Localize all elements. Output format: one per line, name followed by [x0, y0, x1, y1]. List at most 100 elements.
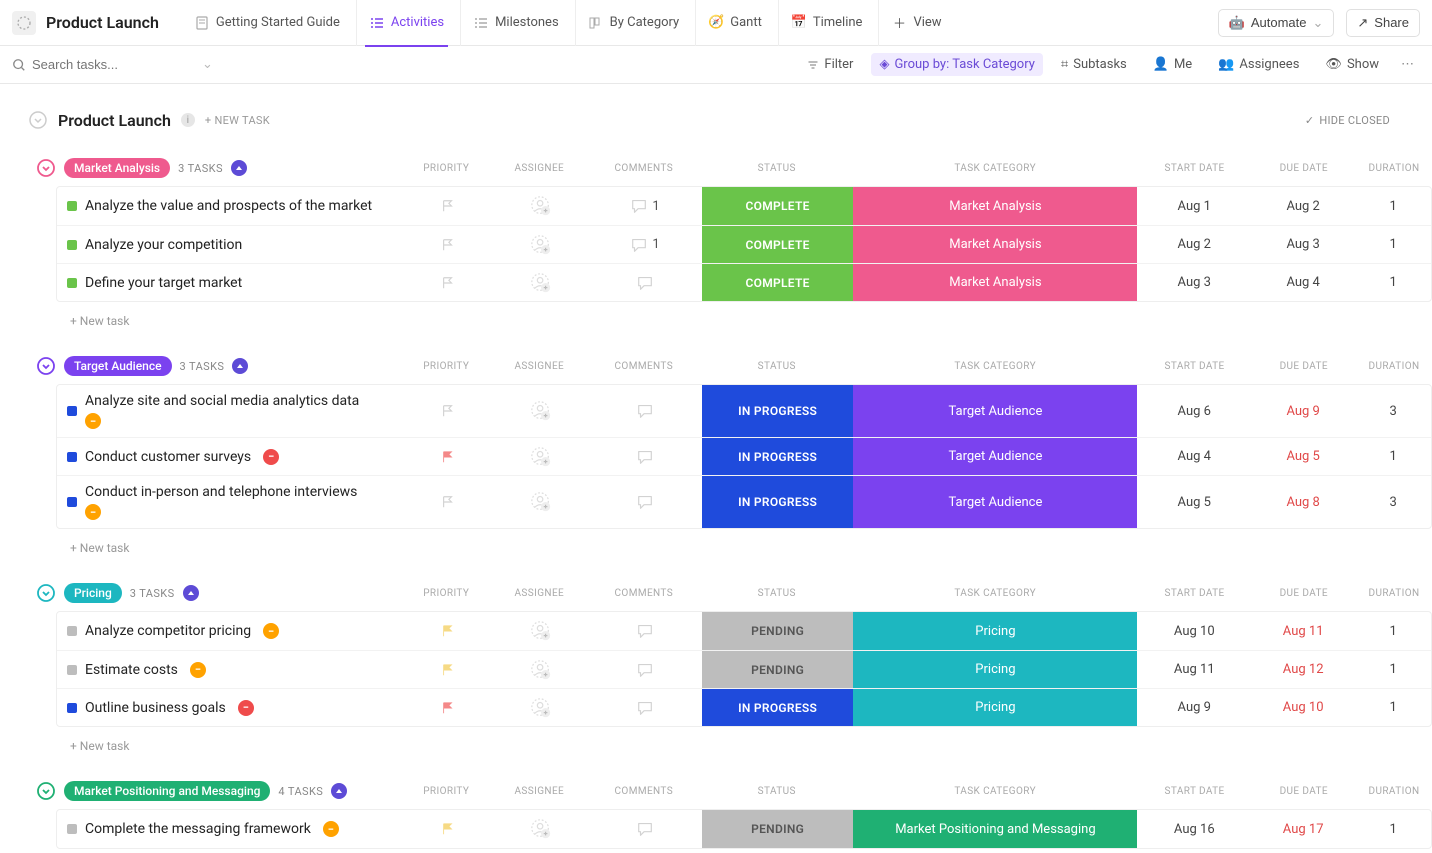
assignee-cell[interactable] — [494, 810, 589, 848]
col-status[interactable]: STATUS — [701, 352, 853, 380]
info-icon[interactable]: i — [181, 113, 195, 127]
col-due-date[interactable]: DUE DATE — [1252, 777, 1356, 805]
category-cell[interactable]: Pricing — [853, 689, 1137, 726]
task-row[interactable]: Analyze the value and prospects of the m… — [57, 187, 1431, 225]
col-assignee[interactable]: ASSIGNEE — [492, 579, 587, 607]
due-date-cell[interactable]: Aug 4 — [1251, 264, 1355, 301]
sort-icon[interactable] — [231, 160, 247, 176]
col-priority[interactable]: PRIORITY — [401, 352, 492, 380]
comments-cell[interactable] — [588, 810, 702, 848]
task-status-dot[interactable] — [67, 824, 77, 834]
assignee-cell[interactable] — [494, 476, 589, 528]
task-status-dot[interactable] — [67, 201, 77, 211]
category-cell[interactable]: Market Analysis — [853, 187, 1137, 225]
subtasks-button[interactable]: ⌗ Subtasks — [1053, 53, 1135, 76]
task-status-dot[interactable] — [67, 406, 77, 416]
assignees-button[interactable]: 👥 Assignees — [1210, 53, 1307, 76]
group-collapse-icon[interactable] — [36, 158, 56, 178]
due-date-cell[interactable]: Aug 11 — [1251, 612, 1355, 650]
col-category[interactable]: TASK CATEGORY — [853, 579, 1138, 607]
category-cell[interactable]: Market Positioning and Messaging — [853, 810, 1137, 848]
duration-cell[interactable]: 1 — [1355, 264, 1431, 301]
task-row[interactable]: Define your target market COMPLETE Marke… — [57, 263, 1431, 301]
col-priority[interactable]: PRIORITY — [401, 777, 492, 805]
col-category[interactable]: TASK CATEGORY — [853, 777, 1138, 805]
category-cell[interactable]: Pricing — [853, 612, 1137, 650]
search-input[interactable] — [32, 57, 172, 72]
col-duration[interactable]: DURATION — [1356, 777, 1432, 805]
col-comments[interactable]: COMMENTS — [587, 579, 701, 607]
col-start-date[interactable]: START DATE — [1138, 352, 1252, 380]
start-date-cell[interactable]: Aug 1 — [1137, 187, 1251, 225]
task-row[interactable]: Estimate costs − PENDING Pricing Aug 11 … — [57, 650, 1431, 688]
task-name[interactable]: Define your target market — [85, 275, 242, 291]
col-assignee[interactable]: ASSIGNEE — [492, 352, 587, 380]
task-status-dot[interactable] — [67, 703, 77, 713]
col-status[interactable]: STATUS — [701, 154, 853, 182]
share-button[interactable]: ↗ Share — [1346, 9, 1420, 37]
duration-cell[interactable]: 3 — [1355, 385, 1431, 437]
task-status-dot[interactable] — [67, 665, 77, 675]
col-priority[interactable]: PRIORITY — [401, 579, 492, 607]
group-collapse-icon[interactable] — [36, 781, 56, 801]
sort-icon[interactable] — [183, 585, 199, 601]
comments-cell[interactable] — [588, 612, 702, 650]
task-row[interactable]: Complete the messaging framework − PENDI… — [57, 810, 1431, 848]
comments-cell[interactable] — [588, 264, 702, 301]
task-row[interactable]: Analyze competitor pricing − PENDING Pri… — [57, 612, 1431, 650]
task-name[interactable]: Complete the messaging framework — [85, 821, 311, 837]
task-name[interactable]: Conduct customer surveys — [85, 449, 251, 465]
category-cell[interactable]: Target Audience — [853, 476, 1137, 528]
col-status[interactable]: STATUS — [701, 777, 853, 805]
start-date-cell[interactable]: Aug 16 — [1137, 810, 1251, 848]
duration-cell[interactable]: 1 — [1355, 226, 1431, 263]
new-task-row[interactable]: + New task — [32, 306, 1432, 336]
category-cell[interactable]: Target Audience — [853, 385, 1137, 437]
status-cell[interactable]: COMPLETE — [702, 264, 854, 301]
group-by-button[interactable]: ◈ Group by: Task Category — [871, 53, 1042, 76]
assignee-cell[interactable] — [494, 651, 589, 688]
col-assignee[interactable]: ASSIGNEE — [492, 154, 587, 182]
duration-cell[interactable]: 1 — [1355, 651, 1431, 688]
status-cell[interactable]: IN PROGRESS — [702, 385, 854, 437]
new-task-button[interactable]: + NEW TASK — [205, 114, 270, 127]
task-row[interactable]: Conduct customer surveys − IN PROGRESS T… — [57, 437, 1431, 475]
task-name[interactable]: Outline business goals — [85, 700, 226, 716]
assignee-cell[interactable] — [494, 689, 589, 726]
task-name[interactable]: Analyze your competition — [85, 237, 242, 253]
new-task-row[interactable]: + New task — [32, 731, 1432, 761]
task-name[interactable]: Analyze the value and prospects of the m… — [85, 198, 372, 214]
priority-cell[interactable] — [403, 226, 494, 263]
category-cell[interactable]: Market Analysis — [853, 226, 1137, 263]
col-duration[interactable]: DURATION — [1356, 352, 1432, 380]
category-cell[interactable]: Market Analysis — [853, 264, 1137, 301]
comments-cell[interactable] — [588, 689, 702, 726]
duration-cell[interactable]: 1 — [1355, 187, 1431, 225]
due-date-cell[interactable]: Aug 12 — [1251, 651, 1355, 688]
project-title[interactable]: Product Launch — [46, 13, 159, 32]
col-comments[interactable]: COMMENTS — [587, 352, 701, 380]
group-pill[interactable]: Pricing — [64, 583, 122, 603]
status-cell[interactable]: COMPLETE — [702, 187, 854, 225]
comments-cell[interactable]: 1 — [588, 187, 702, 225]
priority-cell[interactable] — [403, 476, 494, 528]
task-name[interactable]: Analyze site and social media analytics … — [85, 393, 359, 409]
col-category[interactable]: TASK CATEGORY — [853, 352, 1138, 380]
add-view-button[interactable]: ＋ View — [878, 0, 953, 46]
col-due-date[interactable]: DUE DATE — [1252, 154, 1356, 182]
chevron-down-icon[interactable]: ⌄ — [202, 57, 213, 72]
view-tab-getting-started[interactable]: Getting Started Guide — [181, 0, 352, 46]
view-tab-activities[interactable]: Activities — [356, 0, 456, 46]
due-date-cell[interactable]: Aug 9 — [1251, 385, 1355, 437]
comments-cell[interactable] — [588, 438, 702, 475]
due-date-cell[interactable]: Aug 17 — [1251, 810, 1355, 848]
sort-icon[interactable] — [331, 783, 347, 799]
duration-cell[interactable]: 1 — [1355, 689, 1431, 726]
show-button[interactable]: 👁 Show — [1317, 53, 1387, 76]
start-date-cell[interactable]: Aug 9 — [1137, 689, 1251, 726]
priority-cell[interactable] — [403, 264, 494, 301]
priority-cell[interactable] — [403, 187, 494, 225]
duration-cell[interactable]: 1 — [1355, 438, 1431, 475]
priority-cell[interactable] — [403, 385, 494, 437]
task-status-dot[interactable] — [67, 278, 77, 288]
